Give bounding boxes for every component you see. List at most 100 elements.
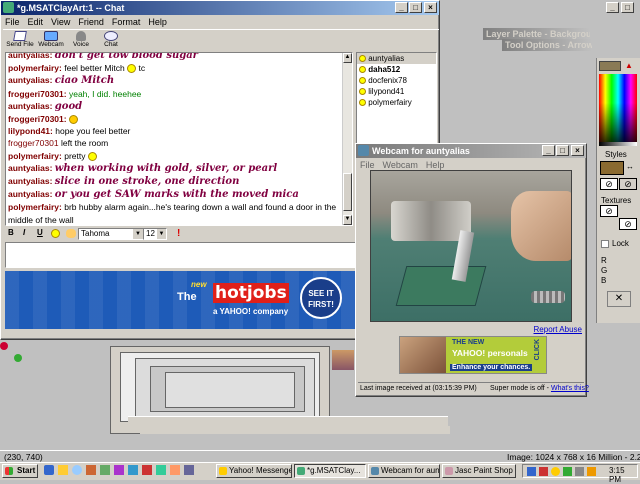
nested-frame [165,372,295,408]
webcam-clay-slab [395,266,487,306]
spectrum-bw[interactable] [599,142,637,146]
size-dropdown-icon[interactable]: ▼ [157,229,166,239]
voice-button[interactable]: Voice [69,30,93,52]
chat-task-icon [297,467,305,475]
scroll-thumb[interactable] [343,173,352,211]
user-list-item[interactable]: docfenix78 [357,75,436,86]
ad-the: The [177,291,197,303]
tray-icon[interactable] [563,467,572,476]
yahoo-icon [219,467,227,475]
style-arrow-icon[interactable]: ↔ [626,162,636,172]
tray-icon[interactable] [587,467,596,476]
quicklaunch-icon[interactable] [58,465,68,475]
quicklaunch-icon[interactable] [170,465,180,475]
rgb-preview-swatch: ✕ [607,291,631,307]
quicklaunch-icon[interactable] [100,465,110,475]
menu-view[interactable]: View [51,15,70,29]
transcript-scrollbar[interactable]: ▲ ▼ [342,53,352,225]
menu-friend[interactable]: Friend [78,15,104,29]
scroll-down-icon[interactable]: ▼ [343,215,352,225]
tool-options-title[interactable]: Tool Options - Arrow [502,39,592,51]
chat-message: auntyalias: ciao Mitch [8,75,115,87]
task-yahoo-messenger[interactable]: Yahoo! Messenger [216,464,292,478]
maximize-icon[interactable]: □ [409,2,422,13]
underline-button[interactable]: U [37,228,43,237]
minimize-icon[interactable]: _ [395,2,408,13]
menu-file[interactable]: File [5,15,20,29]
minimize-icon[interactable]: _ [542,145,555,156]
chat-button[interactable]: Chat [99,30,123,52]
quicklaunch-icon[interactable] [44,465,54,475]
chat-transcript[interactable]: auntyalias: don't get tow blood sugar po… [5,52,353,226]
quicklaunch-icon[interactable] [142,465,152,475]
maximize-icon[interactable]: □ [556,145,569,156]
chat-menubar: File Edit View Friend Format Help [1,15,439,29]
psp-minimize-icon[interactable]: _ [606,2,619,13]
lock-checkbox[interactable] [601,240,609,248]
chat-message: polymerfairy: brb hubby alarm again...he… [8,202,337,213]
menu-help[interactable]: Help [148,15,167,29]
user-list-item[interactable]: auntyalias [357,53,436,64]
scroll-up-icon[interactable]: ▲ [343,53,352,63]
background-style-swatch[interactable]: ⊘ [600,178,618,190]
tray-icon[interactable] [551,467,560,476]
emoticon-icon[interactable] [51,229,60,238]
quicklaunch-icon[interactable] [114,465,124,475]
smiley-icon [127,64,137,74]
buzz-icon[interactable]: ! [177,228,180,239]
task-chat-window[interactable]: *g.MSATClay... [294,464,366,478]
font-dropdown-icon[interactable]: ▼ [133,229,143,239]
report-abuse-link[interactable]: Report Abuse [534,325,582,334]
foreground-style-swatch[interactable] [600,161,624,175]
quicklaunch-icon[interactable] [72,465,82,475]
chat-message: middle of the wall [8,214,74,225]
tray-icon[interactable] [575,467,584,476]
italic-button[interactable]: I [23,228,25,237]
color-spectrum[interactable] [599,74,637,146]
palette-arrow-icon[interactable]: ▲ [625,61,637,71]
background-texture-swatch[interactable]: ⊘ [619,218,637,230]
chat-titlebar[interactable]: *g.MSATClayArt:1 -- Chat _ □ × [1,1,439,15]
clock[interactable]: 3:15 PM [609,466,637,484]
quicklaunch-icon[interactable] [86,465,96,475]
whats-this-link[interactable]: What's this? [551,385,589,392]
user-list-item[interactable]: lilypond41 [357,86,436,97]
personals-line3: Enhance your chances. [450,364,533,371]
quicklaunch-icon[interactable] [184,465,194,475]
ime-icon[interactable] [66,229,76,238]
send-file-button[interactable]: Send File [5,30,35,52]
font-select[interactable]: Tahoma ▼ [78,228,144,240]
styles-label: Styles [605,150,627,159]
rgb-g-label: G [601,266,608,275]
chat-message: polymerfairy: feel better Mitch tc [8,63,146,74]
tray-icon[interactable] [527,467,536,476]
psp-restore-icon[interactable]: □ [621,2,634,13]
webcam-status-bar: Last image received at (03:15:39 PM) Sup… [358,382,589,394]
yahoo-personals-ad[interactable]: THE NEW YAHOO! personals Enhance your ch… [399,336,547,374]
close-icon[interactable]: × [571,145,584,156]
task-webcam-window[interactable]: Webcam for aunt... [368,464,440,478]
foreground-texture-swatch[interactable]: ⊘ [600,205,618,217]
quicklaunch-icon[interactable] [156,465,166,475]
tray-icon[interactable] [539,467,548,476]
chat-message: auntyalias: slice in one stroke, one dir… [8,176,240,188]
task-paint-shop[interactable]: Jasc Paint Shop ... [442,464,516,478]
user-status-icon [359,88,366,96]
user-list-item[interactable]: daha512 [357,64,436,75]
close-icon[interactable]: × [424,2,437,13]
size-select[interactable]: 12 ▼ [143,228,167,240]
menu-edit[interactable]: Edit [28,15,44,29]
menu-format[interactable]: Format [112,15,141,29]
bold-button[interactable]: B [8,228,14,237]
rgb-r-label: R [601,256,607,265]
user-list-item[interactable]: polymerfairy [357,97,436,108]
chat-message: froggeri70301: [6,113,342,125]
smiley-icon [68,115,78,125]
webcam-spring [531,291,565,303]
quicklaunch-icon[interactable] [128,465,138,475]
webcam-button[interactable]: Webcam [37,30,65,52]
webcam-titlebar[interactable]: Webcam for auntyalias _ □ × [356,144,586,158]
null-style-icon[interactable]: ⊘ [619,178,637,190]
start-button[interactable]: Start [2,464,38,478]
see-it-first-badge[interactable]: SEE IT FIRST! [300,277,342,319]
